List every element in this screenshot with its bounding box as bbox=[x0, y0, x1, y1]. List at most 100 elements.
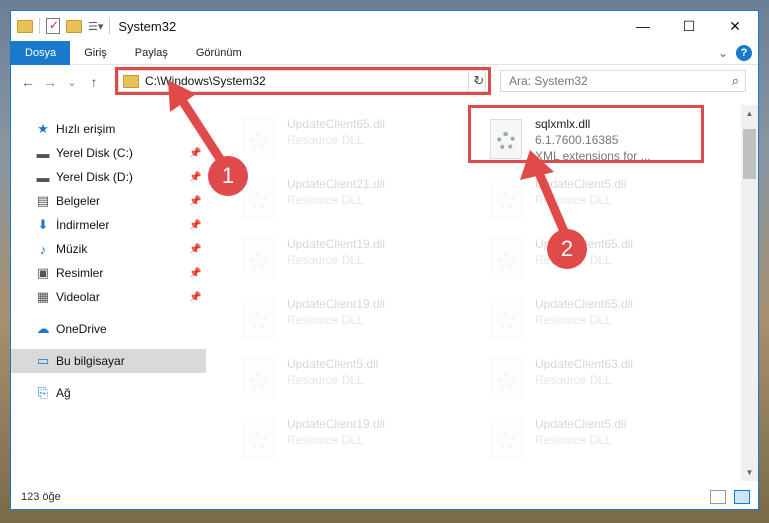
file-name: UpdateClient5.dll bbox=[287, 357, 379, 371]
file-tile[interactable]: UpdateClient19.dll Resource DLL bbox=[224, 231, 464, 287]
annotation-badge-2: 2 bbox=[547, 229, 587, 269]
dll-file-icon bbox=[242, 239, 274, 279]
vertical-scrollbar[interactable]: ▲ ▼ bbox=[741, 105, 758, 481]
expand-ribbon-icon[interactable]: ⌄ bbox=[718, 46, 728, 60]
sidebar-item-label: Yerel Disk (C:) bbox=[56, 146, 133, 160]
item-count: 123 öğe bbox=[21, 491, 61, 503]
file-tile[interactable]: UpdateClient65.dll Resource DLL bbox=[472, 291, 712, 347]
sidebar-item[interactable]: ♪ Müzik 📌 bbox=[11, 237, 206, 261]
gear-icon bbox=[249, 132, 267, 150]
videos-icon: ▦ bbox=[36, 289, 50, 304]
navigation-bar: ← → ⌄ ↑ C:\Windows\System32 ⌄ ↻ Ara: Sys… bbox=[11, 66, 758, 98]
music-icon: ♪ bbox=[39, 241, 47, 257]
sidebar-item-label: İndirmeler bbox=[56, 218, 110, 232]
pin-icon[interactable]: 📌 bbox=[189, 220, 201, 231]
details-view-icon[interactable] bbox=[710, 490, 726, 504]
dll-file-icon bbox=[490, 359, 522, 399]
file-list: UpdateClient65.dll Resource DLL sqlxmlx.dl… bbox=[216, 105, 741, 481]
file-name: UpdateClient19.dll bbox=[287, 237, 386, 251]
pin-icon[interactable]: 📌 bbox=[189, 244, 201, 255]
pin-icon[interactable]: 📌 bbox=[189, 292, 201, 303]
sidebar-item[interactable]: ▤ Belgeler 📌 bbox=[11, 189, 206, 213]
file-name: UpdateClient19.dll bbox=[287, 297, 386, 311]
file-tile[interactable]: UpdateClient19.dll Resource DLL bbox=[224, 411, 464, 467]
close-icon: ✕ bbox=[729, 17, 741, 34]
tab-share[interactable]: Paylaş bbox=[121, 41, 182, 65]
close-button[interactable]: ✕ bbox=[712, 11, 758, 41]
search-input[interactable]: Ara: System32 ⌕ bbox=[500, 70, 746, 92]
minimize-button[interactable]: — bbox=[620, 11, 666, 41]
tab-view[interactable]: Görünüm bbox=[182, 41, 256, 65]
download-icon: ⬇ bbox=[37, 217, 49, 232]
gear-icon bbox=[249, 252, 267, 270]
scroll-up-icon[interactable]: ▲ bbox=[741, 105, 758, 122]
sidebar-item-label: Videolar bbox=[56, 290, 100, 304]
recent-locations-button[interactable]: ⌄ bbox=[61, 76, 83, 89]
sidebar-item-label: Resimler bbox=[56, 266, 104, 280]
properties-icon[interactable] bbox=[46, 18, 60, 34]
pictures-icon: ▣ bbox=[36, 265, 50, 280]
pin-icon[interactable]: 📌 bbox=[189, 196, 201, 207]
sidebar-item[interactable]: ⎘ Ağ bbox=[11, 381, 206, 405]
sidebar-item-label: Belgeler bbox=[56, 194, 101, 208]
customize-icon[interactable]: ☰▾ bbox=[88, 20, 103, 33]
file-tile[interactable]: UpdateClient65.dll Resource DLL bbox=[224, 111, 464, 167]
arrow-1-shaft bbox=[174, 91, 226, 165]
file-detail: Resource DLL bbox=[535, 313, 612, 327]
sidebar-item[interactable]: ☁ OneDrive bbox=[11, 317, 206, 341]
pin-icon[interactable]: 📌 bbox=[189, 268, 201, 279]
tiles-view-icon[interactable] bbox=[734, 490, 750, 504]
star-icon: ★ bbox=[37, 121, 49, 136]
dll-file-icon bbox=[242, 179, 274, 219]
file-tile[interactable]: UpdateClient5.dll Resource DLL bbox=[224, 351, 464, 407]
status-bar: 123 öğe bbox=[11, 485, 758, 509]
maximize-button[interactable]: ☐ bbox=[666, 11, 712, 41]
scroll-thumb[interactable] bbox=[743, 129, 756, 179]
title-bar: ☰▾ System32 — ☐ ✕ bbox=[11, 11, 758, 41]
toolbar-divider bbox=[39, 18, 40, 34]
file-name: UpdateClient19.dll bbox=[287, 417, 386, 431]
dll-file-icon bbox=[490, 299, 522, 339]
gear-icon bbox=[249, 192, 267, 210]
tab-home[interactable]: Giriş bbox=[70, 41, 121, 65]
sidebar-item-label: Bu bilgisayar bbox=[56, 354, 125, 368]
up-button[interactable]: ↑ bbox=[83, 74, 105, 90]
file-tile[interactable]: UpdateClient19.dll Resource DLL bbox=[224, 291, 464, 347]
search-icon[interactable]: ⌕ bbox=[732, 73, 739, 89]
file-name: UpdateClient21.dll bbox=[287, 177, 386, 191]
sidebar-item-label: Hızlı erişim bbox=[56, 122, 116, 136]
scroll-down-icon[interactable]: ▼ bbox=[741, 464, 758, 481]
gear-icon bbox=[497, 252, 515, 270]
sidebar-item[interactable]: ▣ Resimler 📌 bbox=[11, 261, 206, 285]
file-detail: Resource DLL bbox=[535, 433, 612, 447]
gear-icon bbox=[249, 372, 267, 390]
new-folder-icon[interactable] bbox=[66, 19, 82, 33]
network-icon: ⎘ bbox=[37, 385, 49, 400]
maximize-icon: ☐ bbox=[682, 17, 696, 34]
sidebar-item[interactable]: ⬇ İndirmeler 📌 bbox=[11, 213, 206, 237]
dll-file-icon bbox=[242, 299, 274, 339]
sidebar-item-label: Müzik bbox=[56, 242, 88, 256]
toolbar-divider bbox=[109, 18, 111, 34]
ribbon-tabs: Dosya Giriş Paylaş Görünüm ⌄ ? bbox=[11, 40, 758, 65]
forward-button[interactable]: → bbox=[39, 74, 61, 90]
tab-file[interactable]: Dosya bbox=[11, 40, 71, 65]
gear-icon bbox=[497, 432, 515, 450]
sidebar-item[interactable]: ▭ Bu bilgisayar bbox=[11, 349, 206, 373]
arrow-2-shaft bbox=[531, 164, 571, 238]
file-tile[interactable]: UpdateClient5.dll Resource DLL bbox=[472, 411, 712, 467]
help-icon[interactable]: ? bbox=[736, 45, 752, 61]
sidebar-item[interactable]: ▦ Videolar 📌 bbox=[11, 285, 206, 309]
file-detail: Resource DLL bbox=[287, 373, 364, 387]
folder-icon[interactable] bbox=[17, 19, 33, 33]
window-title: System32 bbox=[118, 18, 177, 34]
back-button[interactable]: ← bbox=[17, 74, 39, 90]
file-tile[interactable]: UpdateClient21.dll Resource DLL bbox=[224, 171, 464, 227]
file-name: UpdateClient65.dll bbox=[287, 117, 386, 131]
quick-access-toolbar: ☰▾ bbox=[11, 18, 111, 34]
file-tile[interactable]: UpdateClient63.dll Resource DLL bbox=[472, 351, 712, 407]
computer-icon: ▭ bbox=[36, 353, 50, 368]
arrow-2-head bbox=[520, 150, 554, 180]
file-detail: Resource DLL bbox=[287, 193, 364, 207]
explorer-window: ☰▾ System32 — ☐ ✕ Dosya Giriş Paylaş Gör… bbox=[10, 10, 759, 510]
